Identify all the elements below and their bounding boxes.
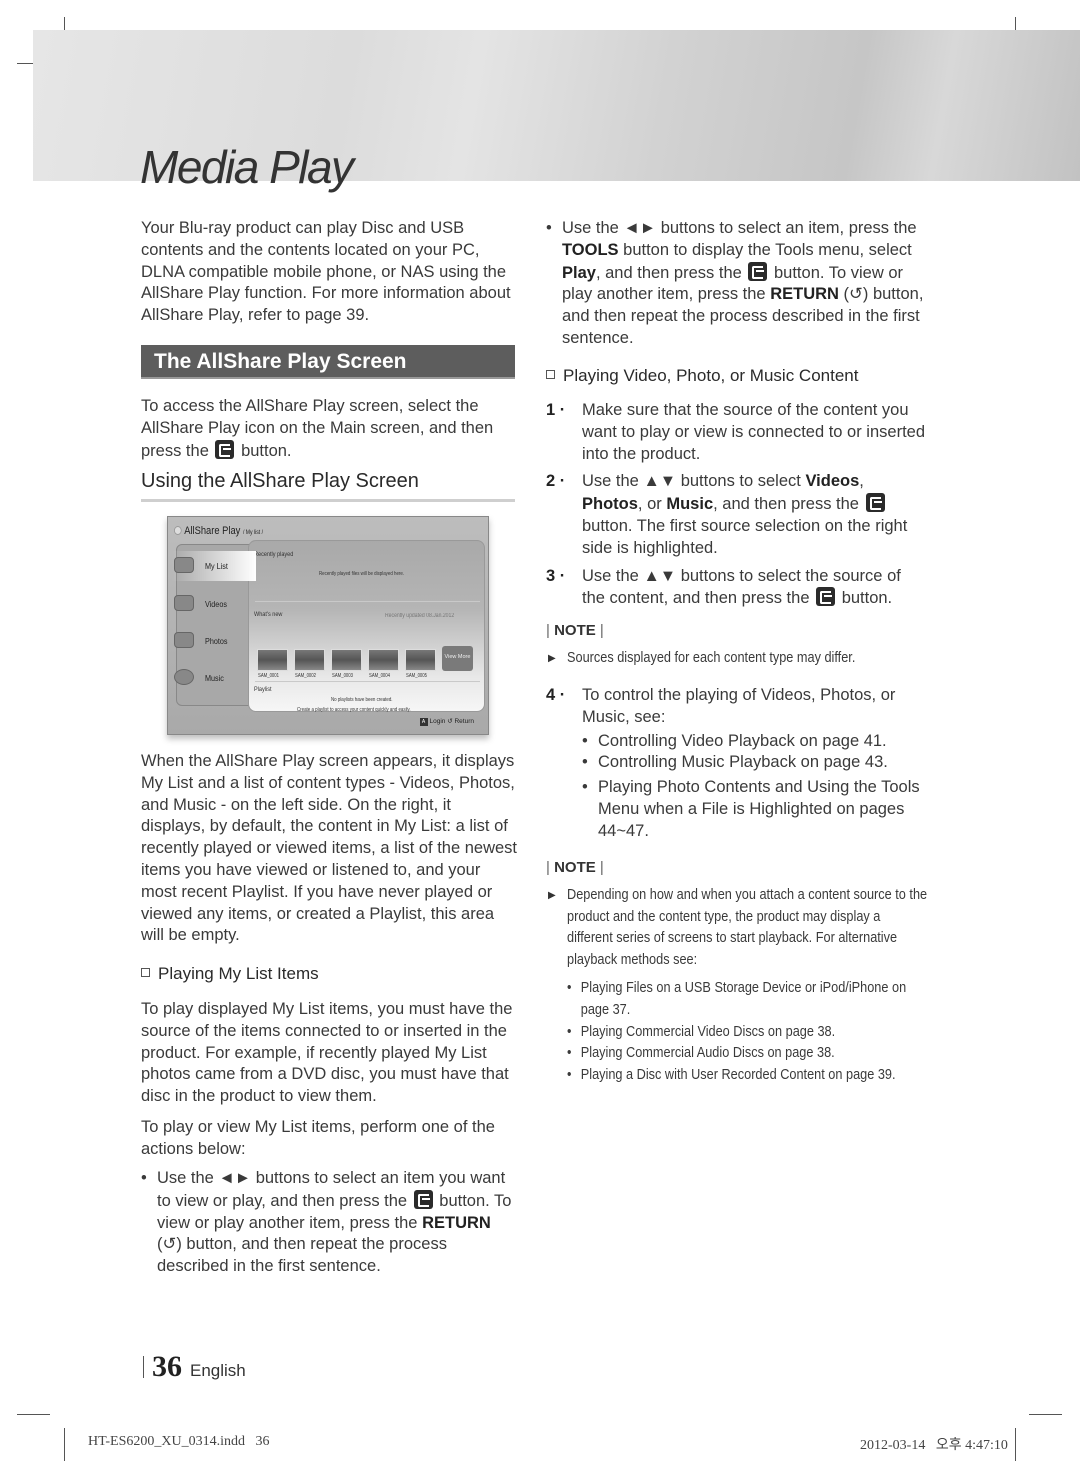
checkbox-square-icon	[546, 370, 555, 379]
link-item: • Controlling Music Playback on page 43.	[582, 753, 888, 772]
videos-icon	[174, 595, 194, 611]
thumbnail[interactable]	[331, 649, 362, 671]
link-item: • Playing a Disc with User Recorded Conte…	[567, 1067, 896, 1084]
mylist-heading: Playing My List Items	[141, 964, 319, 984]
access-paragraph: To access the AllShare Play screen, sele…	[141, 397, 494, 460]
allshare-logo-icon	[174, 526, 182, 535]
app-title: AllShare Play / My list /	[174, 525, 263, 537]
login-hint[interactable]: Login	[430, 718, 446, 725]
whats-new-title: What's new	[254, 611, 283, 618]
thumbnail-label: SAM_0002	[295, 673, 317, 679]
note-label: NOTE	[554, 859, 596, 876]
checkbox-square-icon	[141, 968, 150, 977]
link-item: • Playing Photo Contents and Using the To…	[582, 778, 920, 840]
menu-item-videos[interactable]: Videos	[172, 589, 256, 619]
note-label: NOTE	[554, 622, 596, 639]
content-panel: Recently played Recently played files wi…	[248, 540, 485, 713]
return-hint[interactable]: ↺ Return	[447, 718, 474, 725]
thumbnail[interactable]	[405, 649, 436, 671]
playlist-title: Playlist	[254, 686, 272, 693]
menu-item-photos[interactable]: Photos	[172, 626, 256, 656]
menu-item-music[interactable]: Music	[172, 663, 256, 693]
mylist-paragraph-2: To play or view My List items, perform o…	[141, 1118, 495, 1158]
crop-mark	[1029, 1414, 1062, 1415]
step-4: 4 · To control the playing of Videos, Ph…	[546, 685, 926, 843]
link-item: • Controlling Video Playback on page 41.	[582, 731, 887, 750]
enter-button-icon	[865, 493, 885, 513]
enter-button-icon	[215, 439, 235, 459]
music-icon	[174, 669, 194, 685]
intro-paragraph: Your Blu-ray product can play Disc and U…	[141, 219, 511, 325]
link-item: • Playing Commercial Audio Discs on page …	[567, 1045, 835, 1062]
content-heading: Playing Video, Photo, or Music Content	[546, 366, 858, 386]
whats-new-updated: Recently updated 08.Jan.2012	[385, 613, 455, 619]
mylist-bullet: • Use the ◄► buttons to select an item y…	[141, 1169, 512, 1276]
enter-button-icon	[413, 1189, 433, 1209]
divider	[143, 1356, 144, 1378]
note-1: | NOTE | ▶ Sources displayed for each co…	[546, 620, 926, 670]
description-paragraph: When the AllShare Play screen appears, i…	[141, 752, 518, 945]
tools-bullet: • Use the ◄► buttons to select an item, …	[546, 219, 924, 347]
screen-footer: A Login ↺ Return	[419, 717, 474, 726]
crop-mark	[64, 1428, 65, 1461]
link-item: • Playing Files on a USB Storage Device o…	[567, 979, 907, 1018]
triangle-bullet-icon: ▶	[548, 889, 556, 901]
divider	[255, 601, 480, 602]
step-1: 1 · Make sure that the source of the con…	[546, 401, 926, 463]
steps-list: 1 · Make sure that the source of the con…	[546, 400, 926, 616]
recently-played-title: Recently played	[254, 551, 294, 558]
view-more-button[interactable]: View More	[442, 646, 473, 671]
thumbnail-label: SAM_0005	[406, 673, 428, 679]
triangle-bullet-icon: ▶	[548, 652, 556, 664]
mylist-icon	[174, 557, 194, 573]
breadcrumb: / My list /	[242, 530, 264, 536]
thumbnail[interactable]	[368, 649, 399, 671]
thumbnail-label: SAM_0004	[369, 673, 391, 679]
a-key-icon: A	[419, 718, 428, 726]
thumbnail-label: SAM_0001	[258, 673, 280, 679]
page-footer: 36 English	[143, 1350, 246, 1384]
allshare-screenshot: AllShare Play / My list / Recently playe…	[167, 516, 489, 735]
step-2: 2 · Use the ▲▼ buttons to select Videos,…	[546, 472, 908, 557]
recently-played-empty: Recently played files will be displayed …	[319, 571, 405, 577]
playlist-empty: No playlists have been created.	[331, 697, 393, 703]
enter-button-icon	[816, 587, 836, 607]
divider	[255, 681, 480, 682]
print-slug-file: HT-ES6200_XU_0314.indd 36	[88, 1434, 270, 1449]
thumbnail[interactable]	[294, 649, 325, 671]
crop-mark	[17, 1414, 50, 1415]
link-item: • Playing Commercial Video Discs on page …	[567, 1023, 836, 1040]
enter-button-icon	[748, 261, 768, 281]
note-2: | NOTE | ▶ Depending on how and when you…	[546, 857, 927, 1087]
menu-item-my-list[interactable]: My List	[172, 551, 256, 581]
section-title: The AllShare Play Screen	[141, 345, 515, 379]
photos-icon	[174, 632, 194, 648]
playlist-hint: Create a playlist to access your content…	[297, 707, 411, 713]
language-label: English	[190, 1361, 246, 1380]
thumbnail[interactable]	[257, 649, 288, 671]
page-title: Media Play	[140, 141, 354, 193]
subheading: Using the AllShare Play Screen	[141, 470, 515, 502]
bullet-dot: •	[141, 1169, 147, 1187]
bullet-dot: •	[546, 219, 552, 237]
step-3: 3 · Use the ▲▼ buttons to select the sou…	[546, 566, 901, 608]
thumbnail-label: SAM_0003	[332, 673, 354, 679]
crop-mark	[1015, 1428, 1016, 1461]
return-icon: (↺)	[157, 1235, 182, 1254]
page-number: 36	[152, 1350, 182, 1383]
print-slug-date: 2012-03-14 오후 4:47:10	[860, 1438, 1008, 1453]
mylist-paragraph-1: To play displayed My List items, you mus…	[141, 1000, 513, 1106]
